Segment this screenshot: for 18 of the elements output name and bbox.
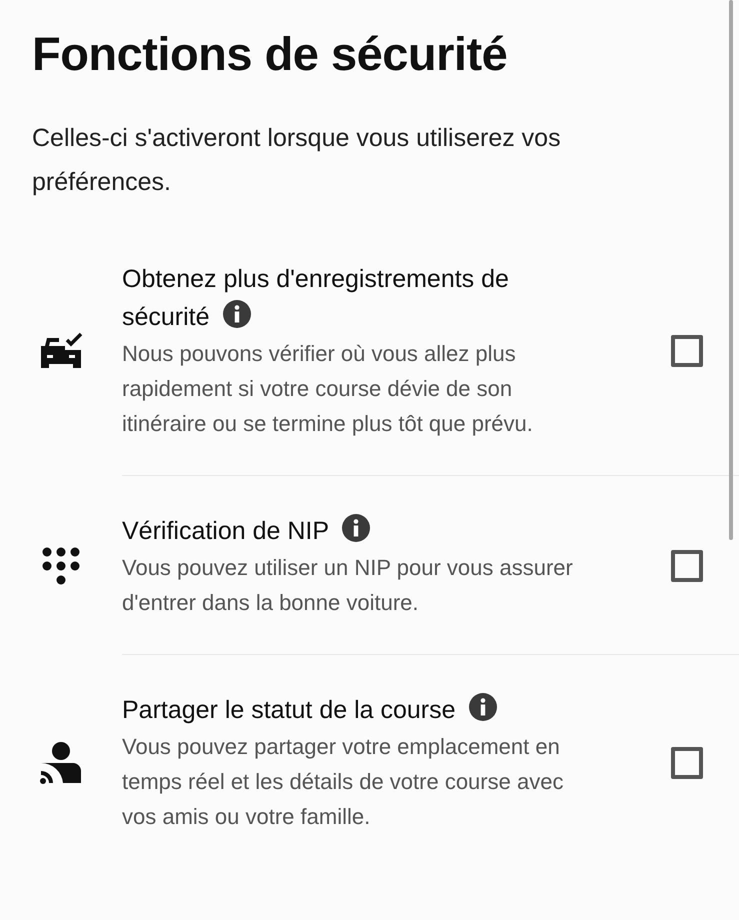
checkbox[interactable]	[671, 550, 703, 582]
page-subtitle: Celles-ci s'activeront lorsque vous utiliserez vos préférences.	[32, 123, 562, 198]
checkbox[interactable]	[671, 746, 703, 778]
feature-title: Obtenez plus d'enregistrements de sécurité	[122, 264, 510, 333]
feature-description: Nous pouvons vérifier où vous allez plus rapidement si votre course dévie de son itinéraire ou se termine plus tôt que prévu.	[122, 340, 534, 438]
scrollbar[interactable]	[729, 0, 733, 540]
feature-title: Vérification de NIP	[122, 512, 602, 550]
keypad-icon	[41, 546, 81, 586]
feature-description: Vous pouvez utiliser un NIP pour vous assurer d'entrer dans la bonne voiture.	[122, 554, 574, 617]
page-title: Fonctions de sécurité	[32, 26, 508, 82]
car-check-icon	[39, 332, 83, 370]
feature-title: Partager le statut de la course	[122, 691, 602, 729]
person-share-icon	[39, 740, 83, 784]
checkbox[interactable]	[671, 334, 703, 366]
feature-description: Vous pouvez partager votre emplacement en temps réel et les détails de votre course avec vos amis ou votre famille.	[122, 733, 564, 831]
info-icon[interactable]	[341, 513, 372, 543]
info-icon[interactable]	[222, 299, 252, 329]
info-icon[interactable]	[468, 692, 498, 722]
